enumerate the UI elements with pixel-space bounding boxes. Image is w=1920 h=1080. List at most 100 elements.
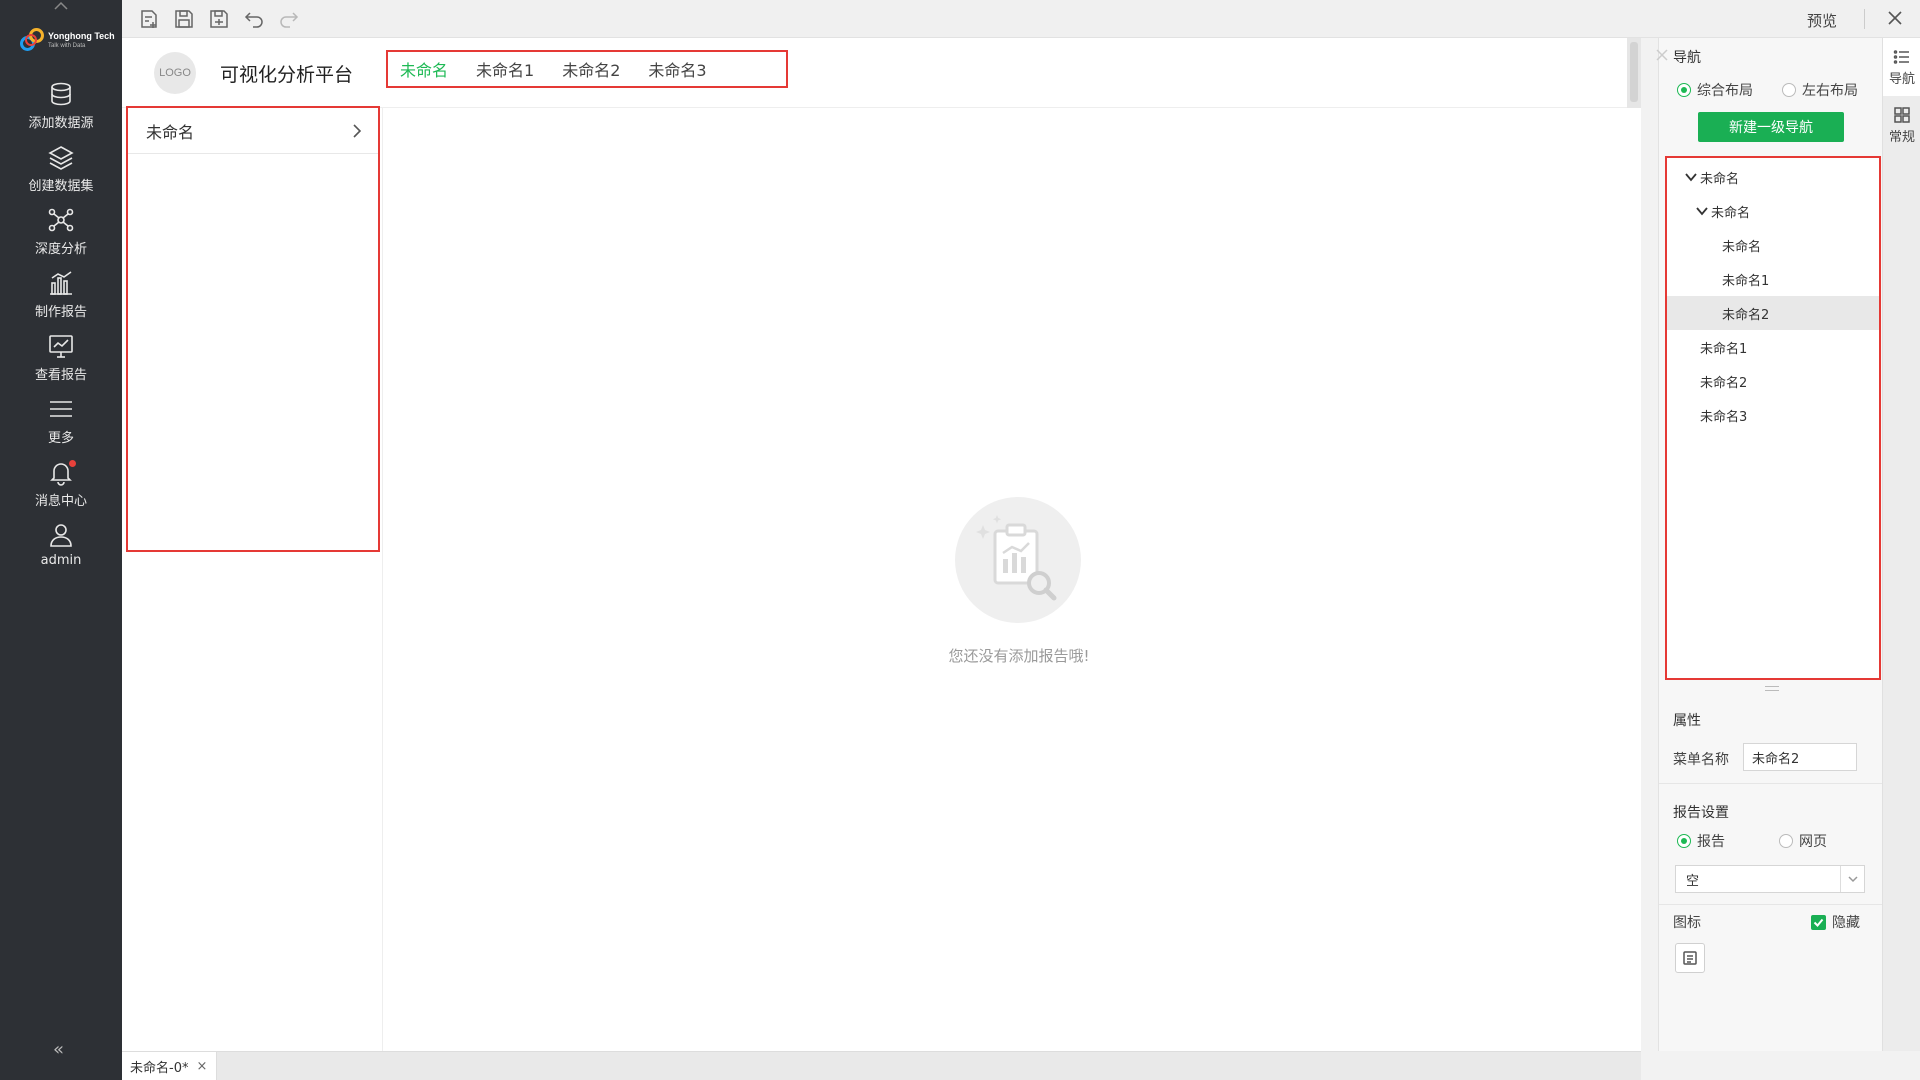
main-sidebar: Yonghong Tech Talk with Data 添加数据源 创建数据集… xyxy=(0,0,122,1080)
panel-title: 导航 xyxy=(1673,50,1701,66)
tree-node[interactable]: 未命名 xyxy=(1667,194,1879,228)
document-tab[interactable]: 未命名-0* × xyxy=(122,1052,217,1080)
save-as-icon[interactable] xyxy=(208,8,230,30)
radio-label: 报告 xyxy=(1697,834,1725,850)
sidebar-item-more[interactable]: 更多 xyxy=(0,395,122,455)
layers-icon xyxy=(48,146,74,170)
tree-node-label: 未命名1 xyxy=(1700,341,1748,357)
navigation-settings-panel: 导航 综合布局 左右布局 新建一级导航 未命名 未命名 未命名 未命名1 未命名… xyxy=(1655,38,1883,1051)
tree-node-label: 未命名2 xyxy=(1700,375,1748,391)
tree-node-label: 未命名 xyxy=(1700,171,1740,187)
sidebar-item-deep-analysis[interactable]: 深度分析 xyxy=(0,206,122,266)
sidebar-item-label: 消息中心 xyxy=(34,494,87,509)
brand-slogan: Talk with Data xyxy=(48,42,86,49)
column-divider xyxy=(382,108,383,1051)
vertical-tab-bar: 导航 常规 xyxy=(1882,38,1920,1051)
tree-node[interactable]: 未命名 xyxy=(1667,228,1879,262)
close-tab-icon[interactable]: × xyxy=(196,1059,207,1074)
tree-node[interactable]: 未命名3 xyxy=(1667,398,1879,432)
tree-node[interactable]: 未命名 xyxy=(1667,160,1879,194)
tree-node[interactable]: 未命名1 xyxy=(1667,262,1879,296)
tree-node[interactable]: 未命名2 xyxy=(1667,364,1879,398)
bar-chart-icon xyxy=(50,271,72,295)
radio-selected-icon xyxy=(1677,83,1691,97)
canvas-scrollbar[interactable] xyxy=(1627,38,1641,108)
report-type-report[interactable]: 报告 xyxy=(1677,831,1725,851)
sidebar-item-label: 深度分析 xyxy=(34,242,87,257)
tree-node-label: 未命名2 xyxy=(1722,307,1770,323)
close-icon[interactable] xyxy=(1884,7,1906,29)
logo-placeholder: LOGO xyxy=(154,52,196,94)
report-select-value: 空 xyxy=(1686,873,1700,889)
sidebar-item-message-center[interactable]: 消息中心 xyxy=(0,458,122,518)
sidebar-item-create-dataset[interactable]: 创建数据集 xyxy=(0,143,122,203)
sidebar-item-make-report[interactable]: 制作报告 xyxy=(0,269,122,329)
top-nav-menu: 未命名 未命名1 未命名2 未命名3 xyxy=(386,50,788,88)
sidebar-item-view-report[interactable]: 查看报告 xyxy=(0,332,122,392)
preview-button[interactable]: 预览 xyxy=(1807,10,1837,31)
sidebar-item-label: 查看报告 xyxy=(34,368,87,383)
undo-icon[interactable] xyxy=(243,8,265,30)
brand-name: Yonghong Tech xyxy=(48,30,115,41)
save-icon[interactable] xyxy=(173,8,195,30)
tree-node-label: 未命名3 xyxy=(1700,409,1748,425)
hide-checkbox[interactable]: 隐藏 xyxy=(1811,912,1860,932)
icon-picker-button[interactable] xyxy=(1675,943,1705,973)
layout-option-combined[interactable]: 综合布局 xyxy=(1677,80,1753,100)
radio-unselected-icon xyxy=(1779,834,1793,848)
top-menu-item[interactable]: 未命名3 xyxy=(648,57,706,81)
empty-message: 您还没有添加报告哦! xyxy=(948,647,1090,665)
chevron-up-icon[interactable] xyxy=(52,0,70,12)
side-nav-menu: 未命名 xyxy=(126,106,380,552)
list-icon xyxy=(1893,49,1909,64)
panel-resize-handle[interactable] xyxy=(1765,686,1779,691)
dropdown-arrow-icon[interactable] xyxy=(1840,866,1864,892)
tab-label: 常规 xyxy=(1888,129,1915,145)
checkbox-checked-icon[interactable] xyxy=(1811,914,1826,930)
toolbar-divider xyxy=(1864,9,1865,29)
hide-label: 隐藏 xyxy=(1832,915,1860,931)
tab-general[interactable]: 常规 xyxy=(1883,96,1920,154)
sidebar-item-add-datasource[interactable]: 添加数据源 xyxy=(0,80,122,140)
tree-node-label: 未命名 xyxy=(1722,239,1762,255)
section-divider xyxy=(1659,783,1883,784)
page-header: LOGO 可视化分析平台 未命名 未命名1 未命名2 未命名3 xyxy=(122,38,1641,108)
chevron-down-icon[interactable] xyxy=(1696,205,1708,217)
top-menu-item[interactable]: 未命名2 xyxy=(562,57,620,81)
radio-selected-icon xyxy=(1677,834,1691,848)
redo-icon[interactable] xyxy=(278,8,300,30)
tab-label: 导航 xyxy=(1888,71,1915,87)
collapse-sidebar-icon[interactable]: « xyxy=(53,1039,64,1060)
sidebar-item-user[interactable]: admin xyxy=(0,521,122,581)
user-icon xyxy=(50,524,72,547)
empty-report-illustration xyxy=(955,497,1081,623)
sidebar-item-label: 更多 xyxy=(47,431,74,446)
new-top-level-nav-button[interactable]: 新建一级导航 xyxy=(1698,112,1844,142)
database-icon xyxy=(51,82,71,106)
report-select[interactable]: 空 xyxy=(1675,865,1865,893)
report-type-webpage[interactable]: 网页 xyxy=(1779,831,1827,851)
tree-node-selected[interactable]: 未命名2 xyxy=(1667,296,1879,330)
radio-label: 左右布局 xyxy=(1802,83,1858,99)
navigation-tree: 未命名 未命名 未命名 未命名1 未命名2 未命名1 未命名2 未命名3 xyxy=(1665,156,1881,680)
new-doc-icon[interactable] xyxy=(138,8,160,30)
properties-title: 属性 xyxy=(1673,713,1701,729)
top-menu-item[interactable]: 未命名 xyxy=(400,57,448,81)
tree-node[interactable]: 未命名1 xyxy=(1667,330,1879,364)
tree-node-label: 未命名1 xyxy=(1722,273,1770,289)
top-menu-item[interactable]: 未命名1 xyxy=(476,57,534,81)
chevron-down-icon[interactable] xyxy=(1685,171,1697,183)
document-tab-label: 未命名-0* xyxy=(130,1060,189,1076)
tab-navigation[interactable]: 导航 xyxy=(1883,38,1920,96)
sidebar-item-label: 制作报告 xyxy=(34,305,87,320)
section-divider xyxy=(1659,904,1883,905)
layout-option-left-right[interactable]: 左右布局 xyxy=(1782,80,1858,100)
side-menu-item[interactable]: 未命名 xyxy=(128,108,378,154)
menu-name-input[interactable] xyxy=(1743,743,1857,771)
sidebar-item-label: admin xyxy=(40,553,82,568)
report-settings-title: 报告设置 xyxy=(1673,805,1729,821)
logo-rings-icon xyxy=(20,28,44,52)
document-tab-bar: 未命名-0* × xyxy=(122,1051,1641,1080)
collapse-panel-icon[interactable] xyxy=(1655,48,1669,62)
radio-unselected-icon xyxy=(1782,83,1796,97)
